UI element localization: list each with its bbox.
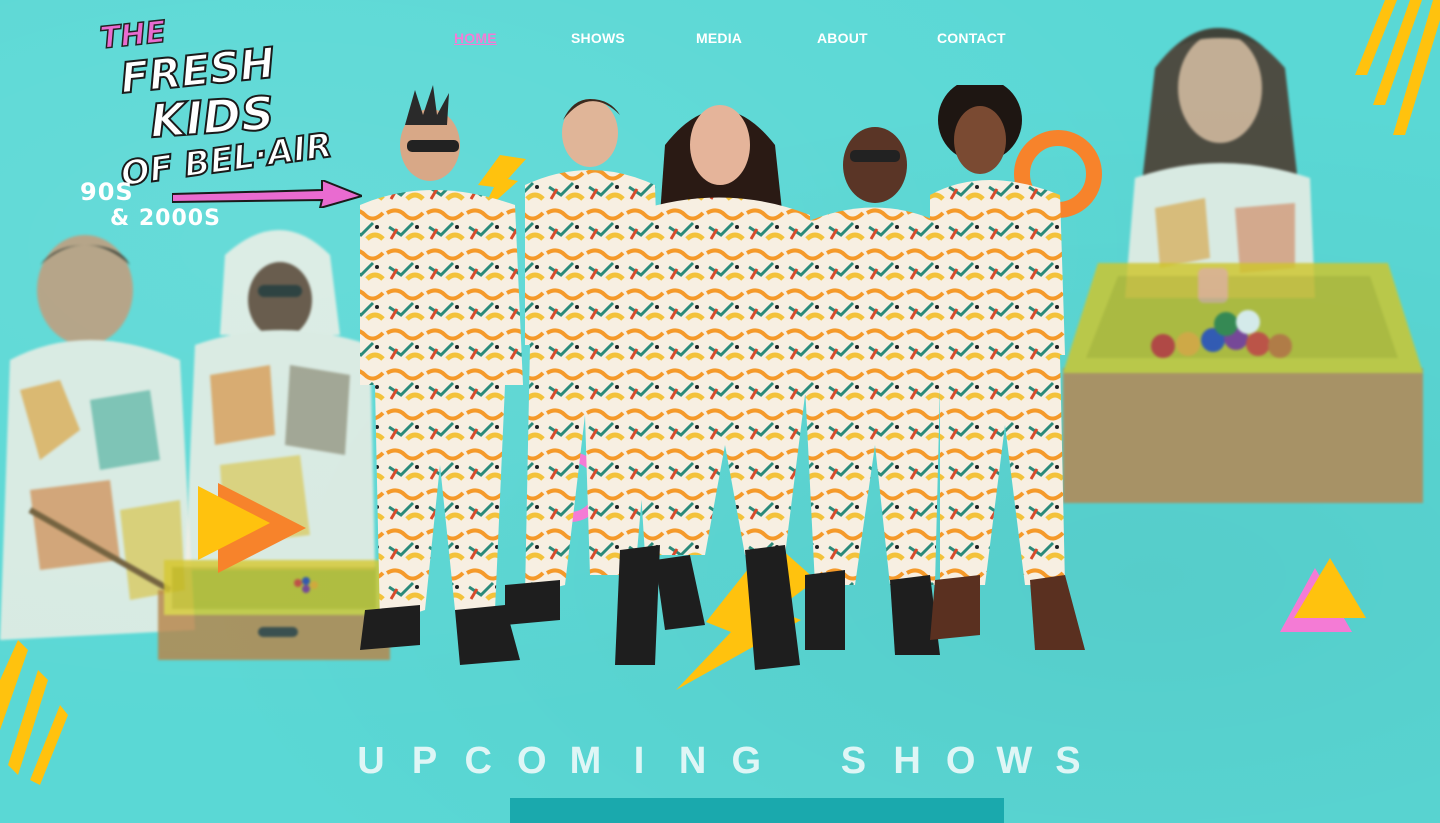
stripes-decoration-top-right — [1355, 0, 1440, 135]
heading-letter: M — [569, 740, 602, 782]
heading-letter: I — [633, 740, 645, 782]
band-group-photo — [360, 85, 1085, 670]
nav-contact-link[interactable]: CONTACT — [937, 30, 1006, 46]
nav-home-link[interactable]: HOME — [454, 30, 497, 46]
play-triangles-decoration — [198, 483, 306, 573]
heading-letter: S — [1055, 740, 1081, 782]
heading-letter — [781, 740, 819, 783]
triangles-decoration-right — [1280, 558, 1366, 632]
heading-letter: W — [996, 740, 1033, 782]
heading-letter: N — [678, 740, 707, 782]
heading-letter: P — [411, 740, 438, 782]
heading-letter: H — [893, 740, 921, 782]
heading-letter: O — [945, 740, 976, 782]
heading-letter: S — [840, 740, 867, 782]
heading-letter: O — [517, 740, 547, 782]
shows-section-bar — [510, 798, 1004, 823]
logo-90s-text: 90S — [80, 178, 134, 206]
blurred-pool-table-right — [1063, 263, 1423, 503]
nav-media-link[interactable]: MEDIA — [696, 30, 742, 46]
band-logo[interactable]: THE FRESH KIDS OF BEL·AIR 90S & 2000S — [80, 14, 365, 233]
blurred-band-member-right — [1125, 28, 1315, 298]
logo-2000s-text: & 2000S — [110, 206, 221, 231]
stripes-decoration-bottom-left — [0, 640, 68, 785]
logo-arrow-icon — [172, 180, 362, 208]
heading-letter: U — [357, 740, 385, 782]
upcoming-shows-heading: U P C O M I N G S H O W S — [352, 740, 1087, 783]
nav-shows-link[interactable]: SHOWS — [571, 30, 625, 46]
heading-letter: C — [464, 740, 492, 782]
nav-about-link[interactable]: ABOUT — [817, 30, 868, 46]
heading-letter: G — [731, 740, 762, 782]
